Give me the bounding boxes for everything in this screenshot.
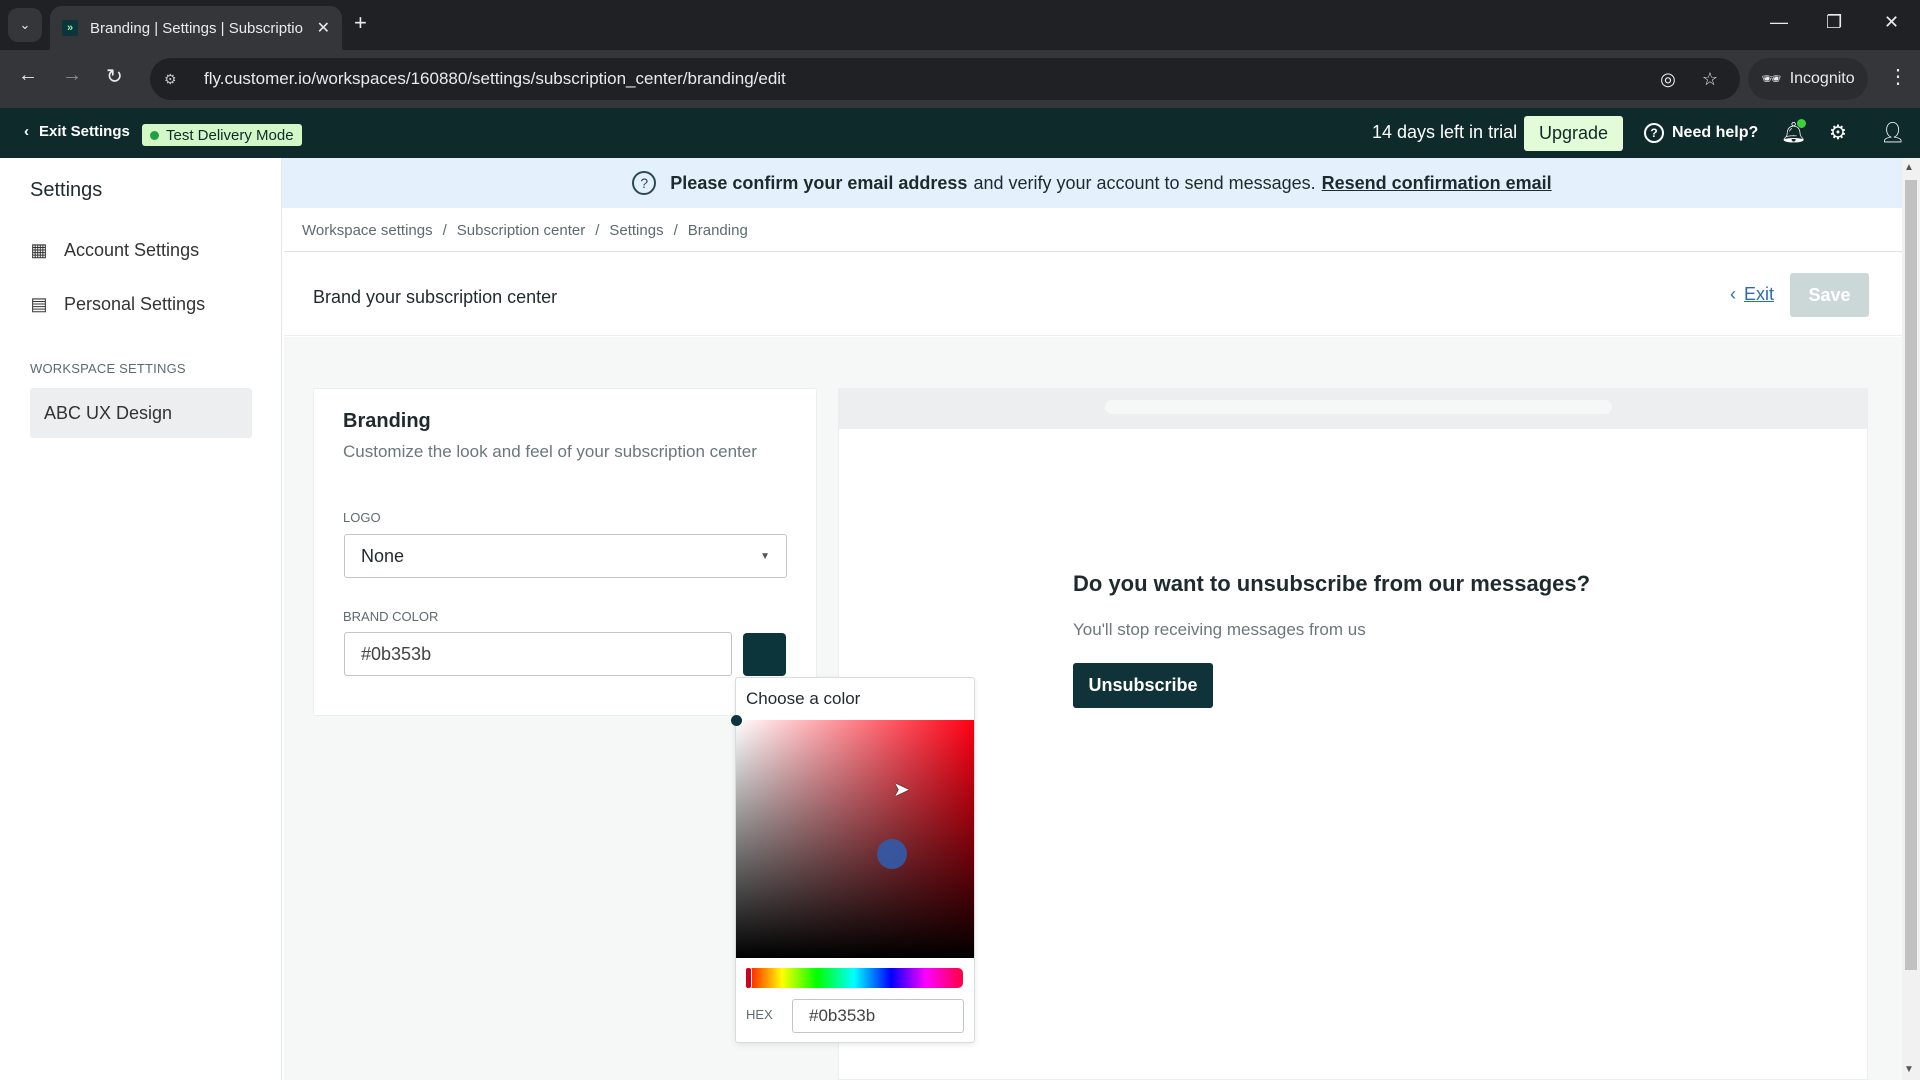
workspace-settings-heading: WORKSPACE SETTINGS <box>30 361 186 376</box>
incognito-badge[interactable]: 🕶 Incognito <box>1748 58 1868 100</box>
brand-color-swatch[interactable] <box>743 633 786 676</box>
tab-title: Branding | Settings | Subscriptio <box>90 19 303 37</box>
exit-label: Exit <box>1744 284 1775 304</box>
restore-icon[interactable]: ❐ <box>1826 12 1842 33</box>
brand-color-input[interactable]: #0b353b <box>344 632 732 676</box>
close-tab-icon[interactable]: ✕ <box>317 18 330 38</box>
hex-input[interactable]: #0b353b <box>792 999 964 1033</box>
email-confirmation-banner: ? Please confirm your email address and … <box>282 158 1902 208</box>
breadcrumb-subscription-center[interactable]: Subscription center <box>457 222 585 239</box>
browser-tab[interactable]: » Branding | Settings | Subscriptio ✕ <box>50 6 342 50</box>
favicon-icon: » <box>62 20 78 36</box>
sidebar-title: Settings <box>30 179 103 201</box>
scroll-up-icon[interactable]: ▲ <box>1904 162 1914 173</box>
url-bar[interactable]: ⚙ fly.customer.io/workspaces/160880/sett… <box>150 58 1740 100</box>
exit-link[interactable]: ‹ Exit <box>1730 284 1774 305</box>
need-help-button[interactable]: ? Need help? <box>1644 123 1758 143</box>
need-help-label: Need help? <box>1672 124 1759 141</box>
personal-settings-icon: ▤ <box>30 293 48 314</box>
banner-bold-text: Please confirm your email address <box>670 172 968 193</box>
breadcrumb-branding: Branding <box>687 222 748 239</box>
color-picker-title: Choose a color <box>746 689 861 708</box>
scrollbar-thumb[interactable] <box>1905 180 1917 970</box>
question-circle-icon: ? <box>632 171 657 195</box>
sidebar-item-label: Personal Settings <box>64 293 206 314</box>
new-tab-button[interactable]: + <box>354 10 367 36</box>
saturation-value-area[interactable] <box>736 720 974 958</box>
saturation-handle[interactable] <box>731 715 742 726</box>
sidebar-item-label: Account Settings <box>64 239 200 260</box>
hue-slider-handle[interactable] <box>745 967 752 989</box>
breadcrumb-separator: / <box>673 222 678 239</box>
help-circle-icon: ? <box>1644 123 1664 143</box>
user-icon[interactable]: 👤︎ <box>1880 120 1905 145</box>
chevron-left-icon: ‹ <box>1730 284 1736 304</box>
preview-subtext: You'll stop receiving messages from us <box>1073 620 1366 639</box>
logo-select-value: None <box>361 545 405 566</box>
site-info-icon[interactable]: ⚙ <box>164 71 190 88</box>
banner-text: and verify your account to send messages… <box>973 172 1316 193</box>
status-dot-icon <box>150 130 159 140</box>
notification-dot <box>1797 119 1806 128</box>
gear-icon[interactable]: ⚙ <box>1829 120 1847 145</box>
logo-label: LOGO <box>343 510 381 525</box>
test-mode-label: Test Delivery Mode <box>166 126 294 144</box>
incognito-label: Incognito <box>1789 70 1855 87</box>
exit-settings-label: Exit Settings <box>39 123 130 140</box>
sidebar-item-personal-settings[interactable]: ▤ Personal Settings <box>28 292 205 316</box>
tab-search-button[interactable]: ⌄ <box>8 8 42 42</box>
browser-menu-icon[interactable]: ⋮ <box>1888 64 1908 89</box>
touch-indicator <box>877 839 907 869</box>
incognito-icon: 🕶 <box>1761 71 1782 88</box>
brand-color-label: BRAND COLOR <box>343 609 439 624</box>
upgrade-button[interactable]: Upgrade <box>1524 116 1623 151</box>
exit-settings-link[interactable]: ‹ Exit Settings <box>24 123 130 140</box>
eye-off-icon[interactable]: ◎ <box>1660 69 1676 90</box>
preview-url-placeholder <box>1105 400 1612 414</box>
breadcrumb-separator: / <box>442 222 447 239</box>
breadcrumb-workspace-settings[interactable]: Workspace settings <box>302 222 433 239</box>
resend-confirmation-link[interactable]: Resend confirmation email <box>1322 173 1552 194</box>
minimize-icon[interactable]: — <box>1770 12 1788 33</box>
card-title: Branding <box>343 410 431 432</box>
subscription-preview <box>838 388 1868 1080</box>
url-text[interactable]: fly.customer.io/workspaces/160880/settin… <box>204 69 786 89</box>
close-window-icon[interactable]: ✕ <box>1884 12 1899 33</box>
trial-status: 14 days left in trial <box>1372 122 1518 142</box>
breadcrumb-settings[interactable]: Settings <box>609 222 663 239</box>
bookmark-star-icon[interactable]: ☆ <box>1702 69 1718 90</box>
hex-label: HEX <box>746 1007 773 1022</box>
save-button[interactable]: Save <box>1790 273 1869 317</box>
forward-icon[interactable]: → <box>62 64 82 87</box>
mouse-cursor-icon: ➤ <box>893 779 910 801</box>
logo-select[interactable]: None ▼ <box>344 534 787 578</box>
building-icon: ▦ <box>30 239 48 260</box>
chevron-left-icon: ‹ <box>24 123 29 140</box>
scroll-down-icon[interactable]: ▼ <box>1904 1064 1914 1075</box>
breadcrumb-separator: / <box>595 222 600 239</box>
sidebar-item-account-settings[interactable]: ▦ Account Settings <box>28 238 199 262</box>
page-title: Brand your subscription center <box>313 287 558 307</box>
unsubscribe-button[interactable]: Unsubscribe <box>1073 663 1213 708</box>
back-icon[interactable]: ← <box>18 64 38 87</box>
sidebar-item-workspace[interactable]: ABC UX Design <box>30 388 252 438</box>
reload-icon[interactable]: ↻ <box>106 64 123 89</box>
preview-question: Do you want to unsubscribe from our mess… <box>1073 571 1591 596</box>
caret-down-icon: ▼ <box>760 550 770 562</box>
test-delivery-mode-badge[interactable]: Test Delivery Mode <box>142 124 302 146</box>
card-subtitle: Customize the look and feel of your subs… <box>343 442 757 461</box>
hue-slider[interactable] <box>745 968 963 988</box>
chevron-down-icon: ⌄ <box>19 17 31 32</box>
breadcrumb: Workspace settings / Subscription center… <box>302 222 748 239</box>
